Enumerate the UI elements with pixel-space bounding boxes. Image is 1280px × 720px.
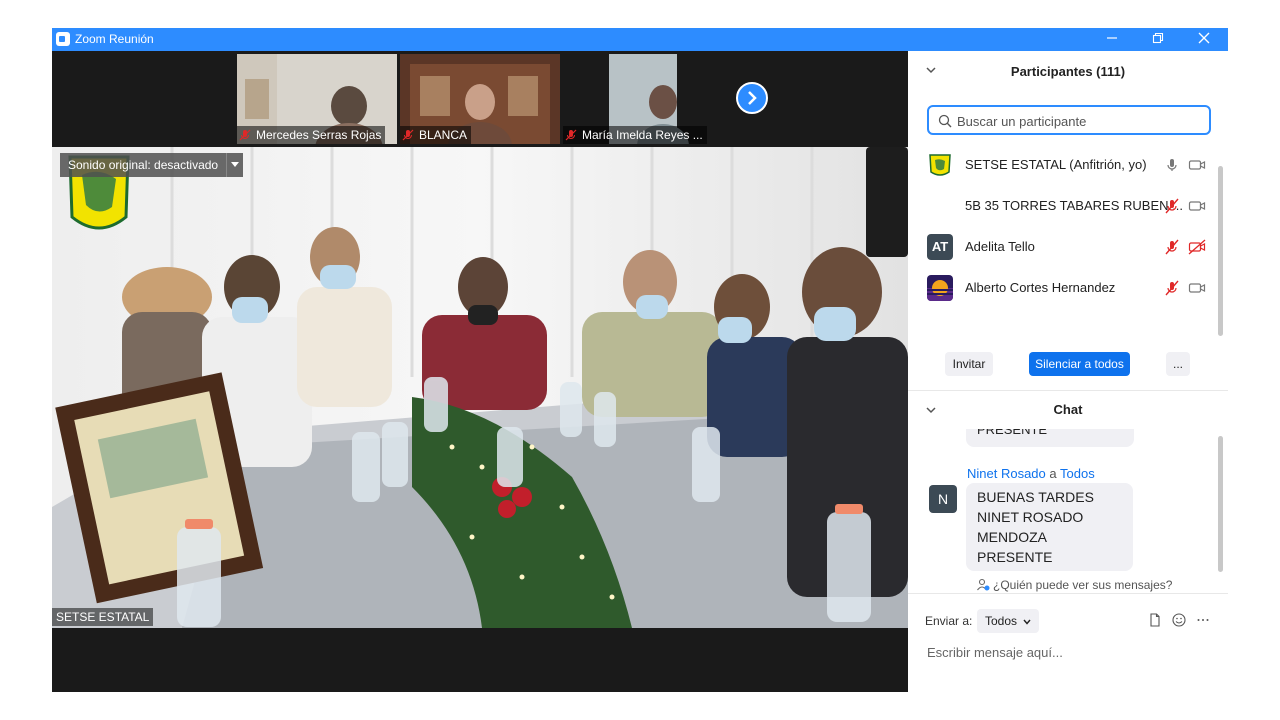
video-camera-icon[interactable] — [1188, 157, 1206, 173]
participants-header: Participantes (111) — [908, 51, 1228, 91]
chat-scrollbar[interactable] — [1218, 436, 1223, 572]
participant-avatar-initials: AT — [927, 234, 953, 260]
participant-name: 5B 35 TORRES TABARES RUBEN ... — [965, 198, 1183, 213]
chevron-right-icon — [748, 91, 757, 105]
video-camera-icon[interactable] — [1188, 198, 1206, 214]
zoom-app-icon — [56, 32, 70, 46]
participant-thumbnail[interactable]: BLANCA — [400, 54, 560, 144]
participant-name: Alberto Cortes Hernandez — [965, 280, 1116, 295]
video-camera-icon[interactable] — [1188, 280, 1206, 296]
participant-row[interactable]: SETSE ESTATAL (Anfitrión, yo) — [908, 145, 1218, 186]
mic-muted-icon[interactable] — [1164, 239, 1180, 255]
search-icon — [938, 114, 952, 128]
zoom-window: Zoom Reunión Mercedes Serras Rojas BLANC… — [52, 28, 1228, 692]
main-speaker-video: Sonido original: desactivado — [52, 147, 908, 628]
mic-muted-icon[interactable] — [1164, 280, 1180, 296]
close-icon — [1198, 32, 1210, 44]
previous-chat-message: PRESENTE — [966, 429, 1134, 447]
more-horizontal-icon[interactable] — [1196, 613, 1210, 627]
panel-divider — [908, 390, 1228, 391]
chat-title: Chat — [1053, 402, 1083, 417]
chat-message-input[interactable] — [925, 641, 1219, 663]
participant-row[interactable]: AT Adelita Tello — [908, 227, 1218, 268]
thumbnail-strip: Mercedes Serras Rojas BLANCA María Imeld… — [52, 51, 908, 147]
person-info-icon — [977, 578, 990, 591]
original-sound-label: Sonido original: desactivado — [68, 158, 219, 172]
emoji-icon[interactable] — [1172, 613, 1186, 627]
microphone-icon[interactable] — [1164, 157, 1180, 173]
file-icon[interactable] — [1148, 613, 1162, 627]
chat-message-bubble: BUENAS TARDES NINET ROSADO MENDOZA PRESE… — [966, 483, 1133, 571]
participant-search-input[interactable] — [955, 111, 1199, 131]
mic-muted-icon — [239, 129, 251, 141]
participant-row[interactable]: Alberto Cortes Hernandez — [908, 268, 1218, 309]
mic-muted-icon — [402, 129, 414, 141]
next-page-button[interactable] — [736, 82, 768, 114]
active-speaker-name: SETSE ESTATAL — [52, 608, 154, 626]
thumbnail-name-label: Mercedes Serras Rojas — [237, 126, 386, 144]
participants-scrollbar[interactable] — [1218, 166, 1223, 336]
chat-sender-name[interactable]: Ninet Rosado — [967, 466, 1046, 481]
meeting-room-video — [52, 147, 908, 628]
participant-name: SETSE ESTATAL (Anfitrión, yo) — [965, 157, 1147, 172]
close-button[interactable] — [1181, 28, 1227, 51]
send-to-dropdown[interactable]: Todos — [977, 609, 1040, 633]
participant-name: Adelita Tello — [965, 239, 1035, 254]
union-logo-icon — [927, 152, 953, 178]
title-bar: Zoom Reunión — [52, 28, 1228, 51]
participants-title: Participantes (111) — [1010, 64, 1126, 79]
chat-sender-connector: a — [1049, 466, 1057, 481]
sunset-avatar-image — [927, 275, 953, 301]
who-can-see-text: ¿Quién puede ver sus mensajes? — [993, 578, 1173, 592]
restore-button[interactable] — [1135, 28, 1181, 51]
mic-muted-icon[interactable] — [1164, 198, 1180, 214]
video-off-icon[interactable] — [1188, 239, 1206, 255]
participant-avatar — [927, 152, 953, 178]
side-panel: Participantes (111) SETSE ESTATAL (Anfit… — [908, 51, 1228, 692]
video-area: Mercedes Serras Rojas BLANCA María Imeld… — [52, 51, 908, 692]
caret-down-icon — [231, 162, 240, 167]
thumbnail-name-label: María Imelda Reyes ... — [563, 126, 707, 144]
participant-thumbnail[interactable]: Mercedes Serras Rojas — [237, 54, 397, 144]
chat-tools — [1148, 613, 1210, 627]
chat-recipient: Todos — [1060, 466, 1095, 481]
send-to-value: Todos — [985, 614, 1018, 628]
participant-search[interactable] — [927, 105, 1211, 135]
previous-message-text: PRESENTE — [977, 429, 1048, 437]
minimize-icon — [1107, 37, 1117, 39]
chat-avatar: N — [929, 485, 957, 513]
thumbnail-name: Mercedes Serras Rojas — [256, 128, 382, 142]
chat-input-divider — [908, 593, 1228, 594]
restore-icon — [1152, 32, 1164, 44]
more-options-button[interactable]: ... — [1166, 352, 1190, 376]
thumbnail-name: BLANCA — [419, 128, 468, 142]
thumbnail-name-label: BLANCA — [400, 126, 472, 144]
original-sound-toggle[interactable]: Sonido original: desactivado — [60, 153, 244, 177]
original-sound-dropdown[interactable] — [226, 153, 243, 177]
chat-header: Chat — [908, 392, 1228, 432]
mute-all-button[interactable]: Silenciar a todos — [1029, 352, 1130, 376]
participant-avatar — [927, 275, 953, 301]
chevron-down-icon — [1023, 619, 1031, 625]
mic-muted-icon — [565, 129, 577, 141]
thumbnail-name: María Imelda Reyes ... — [582, 128, 703, 142]
invite-button[interactable]: Invitar — [945, 352, 993, 376]
participant-thumbnail[interactable]: María Imelda Reyes ... — [563, 54, 723, 144]
send-to-label: Enviar a: — [925, 614, 973, 628]
window-title: Zoom Reunión — [75, 32, 154, 46]
who-can-see-link[interactable]: ¿Quién puede ver sus mensajes? — [976, 578, 1172, 592]
minimize-button[interactable] — [1089, 28, 1135, 51]
chat-sender-line: Ninet Rosado a Todos — [967, 466, 1095, 481]
participant-row[interactable]: 5B 35 TORRES TABARES RUBEN ... — [908, 186, 1218, 227]
